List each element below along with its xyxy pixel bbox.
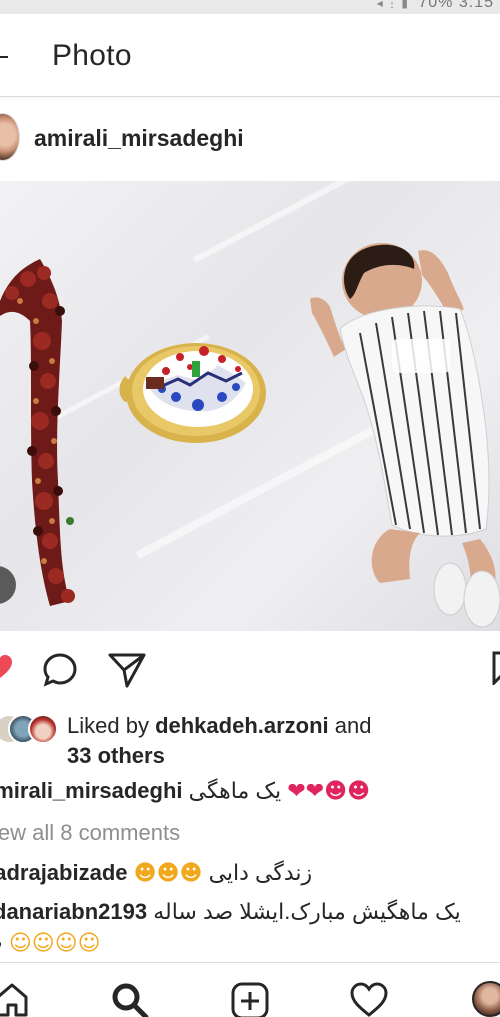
bookmark-icon[interactable] [492,651,500,685]
baby-photo-subject [310,243,500,628]
heart-icon[interactable] [0,653,14,681]
comment-emoji: ☻☻☻ [133,861,203,886]
liker-username[interactable]: dehkadeh.arzoni [155,713,329,738]
home-icon[interactable] [0,981,30,1017]
likes-text: Liked by dehkadeh.arzoni and 33 others [67,711,371,771]
comment-icon[interactable] [41,651,79,689]
comment-text: زندگی دایی [208,860,313,885]
post-header: amirali_mirsadeghi [0,97,500,181]
status-battery-time: 70% 3:15 [418,0,494,12]
comment-text: یک ماهگیش مبارک.ایشلا صد ساله [153,899,461,924]
page-title: Photo [52,39,132,72]
share-icon[interactable] [107,651,147,689]
bottom-navigation [0,962,500,1017]
comment-username[interactable]: iladrajabizade [0,860,128,885]
comment-username[interactable]: zdanariabn2193 [0,899,147,924]
caption-emoji: ❤❤☻☻ [287,779,371,804]
view-all-comments-link[interactable]: view all 8 comments [0,820,180,846]
likes-prefix: Liked by [67,713,156,738]
post-photo[interactable] [0,181,500,631]
app-header: Photo [0,14,500,97]
back-arrow-icon[interactable] [0,56,8,58]
instagram-photo-screen: ◂ ⋮ ▮ 70% 3:15 Photo amirali_mirsadeghi [0,0,500,1017]
caption-text: یک ماهگی [188,778,282,803]
comment-text: ب [0,930,3,955]
comment-emoji: ☺☺☺☺ [8,931,101,956]
battery-level: 70% [418,0,454,11]
post-caption: amirali_mirsadeghi یک ماهگی ❤❤☻☻ [0,776,500,807]
add-icon[interactable] [230,981,270,1017]
likes-summary[interactable]: Liked by dehkadeh.arzoni and 33 others [0,708,500,772]
post-author-username[interactable]: amirali_mirsadeghi [34,125,244,152]
comment-item: iladrajabizade ☻☻☻ زندگی دایی [0,858,500,889]
likes-others[interactable]: 33 others [67,743,165,768]
post-author-avatar[interactable] [0,113,20,161]
clock: 3:15 [458,0,494,11]
comment-item: zdanariabn2193 یک ماهگیش مبارک.ایشلا صد … [0,897,500,927]
likes-and: and [328,713,372,738]
comment-item: ب ☺☺☺☺ [0,928,500,959]
profile-avatar-icon[interactable] [472,981,500,1017]
signal-icon: ◂ ⋮ ▮ [376,0,408,10]
status-bar: ◂ ⋮ ▮ 70% 3:15 [0,0,500,14]
post-actions [0,631,500,703]
liker-avatar [28,714,58,744]
birthday-cake [119,343,266,443]
activity-icon[interactable] [349,981,389,1017]
rose-petal-number [0,259,75,606]
caption-username[interactable]: amirali_mirsadeghi [0,778,183,803]
search-icon[interactable] [110,981,150,1017]
